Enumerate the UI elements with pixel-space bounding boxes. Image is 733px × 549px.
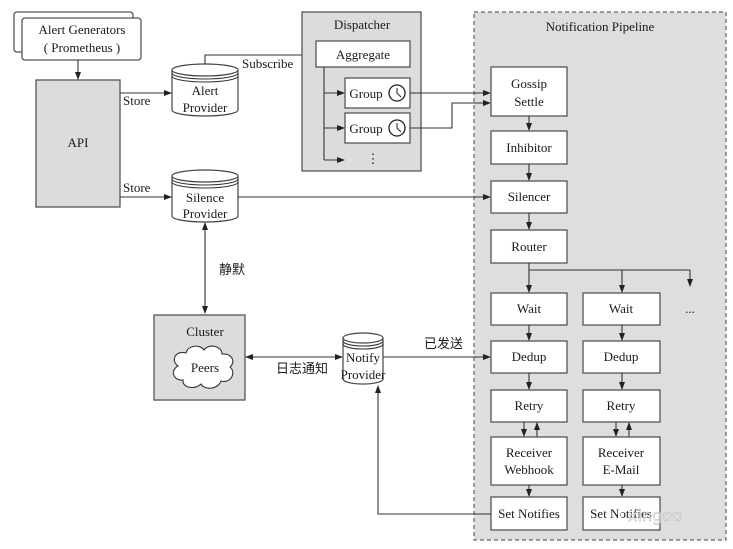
clock-icon xyxy=(388,84,406,102)
watermark-text: xingoo xyxy=(628,506,682,525)
router-box: Router xyxy=(490,229,568,264)
silence-provider-sublabel: Provider xyxy=(183,206,228,221)
receiver-type-label: E-Mail xyxy=(603,462,640,477)
peers-label: Peers xyxy=(191,360,219,375)
dispatcher-title: Dispatcher xyxy=(334,17,391,32)
notify-provider: Notify Provider xyxy=(341,332,386,385)
alert-generators-sublabel: ( Prometheus ) xyxy=(44,40,121,55)
group-label: Group xyxy=(349,86,382,101)
store-label-silence: Store xyxy=(123,180,151,195)
api-box: API xyxy=(35,79,121,208)
silence-provider: Silence Provider xyxy=(171,169,239,223)
wait-label: Wait xyxy=(609,301,634,316)
receiver-label: Receiver xyxy=(506,445,553,460)
api-label: API xyxy=(68,135,89,150)
cluster-title: Cluster xyxy=(186,324,224,339)
alert-provider-sublabel: Provider xyxy=(183,100,228,115)
group-box-2: Group xyxy=(344,112,411,144)
wait-label: Wait xyxy=(517,301,542,316)
gossip-settle-box: Gossip Settle xyxy=(490,66,568,117)
alert-generators: Alert Generators ( Prometheus ) xyxy=(13,11,142,61)
settle-label: Settle xyxy=(514,94,544,109)
store-label-alert: Store xyxy=(123,93,151,108)
subscribe-label: Subscribe xyxy=(242,56,294,71)
cluster: Cluster Peers xyxy=(153,314,246,401)
silencer-label: Silencer xyxy=(508,189,551,204)
notify-provider-label: Notify xyxy=(346,350,380,365)
alert-provider-label: Alert xyxy=(192,83,219,98)
inhibitor-box: Inhibitor xyxy=(490,130,568,165)
set-notifies-label: Set Notifies xyxy=(498,506,560,521)
receiver-type-label: Webhook xyxy=(504,462,554,477)
more-groups-ellipsis: ⋮ xyxy=(367,151,380,166)
group-label: Group xyxy=(349,121,382,136)
dedup-label: Dedup xyxy=(512,349,547,364)
aggregate-label: Aggregate xyxy=(336,47,390,62)
retry-label: Retry xyxy=(607,398,636,413)
log-notify-label: 日志通知 xyxy=(276,361,328,376)
gossip-label: Gossip xyxy=(511,76,547,91)
silence-provider-label: Silence xyxy=(186,190,224,205)
pipeline-title: Notification Pipeline xyxy=(546,19,655,34)
receiver-label: Receiver xyxy=(598,445,645,460)
sent-label: 已发送 xyxy=(424,336,463,351)
inhibitor-label: Inhibitor xyxy=(506,140,552,155)
alert-generators-label: Alert Generators xyxy=(39,22,126,37)
router-label: Router xyxy=(511,239,547,254)
dispatcher: Dispatcher Aggregate Group Group ⋮ xyxy=(301,11,422,172)
notify-provider-sublabel: Provider xyxy=(341,367,386,382)
group-box-1: Group xyxy=(344,77,411,109)
alert-provider: Alert Provider xyxy=(171,63,239,117)
alertmanager-architecture-diagram: Notification Pipeline Alert Generators (… xyxy=(13,11,727,541)
silencer-box: Silencer xyxy=(490,180,568,214)
silence-label: 静默 xyxy=(219,262,245,277)
clock-icon xyxy=(388,119,406,137)
retry-label: Retry xyxy=(515,398,544,413)
dedup-label: Dedup xyxy=(604,349,639,364)
more-receivers-ellipsis: ... xyxy=(685,301,695,316)
